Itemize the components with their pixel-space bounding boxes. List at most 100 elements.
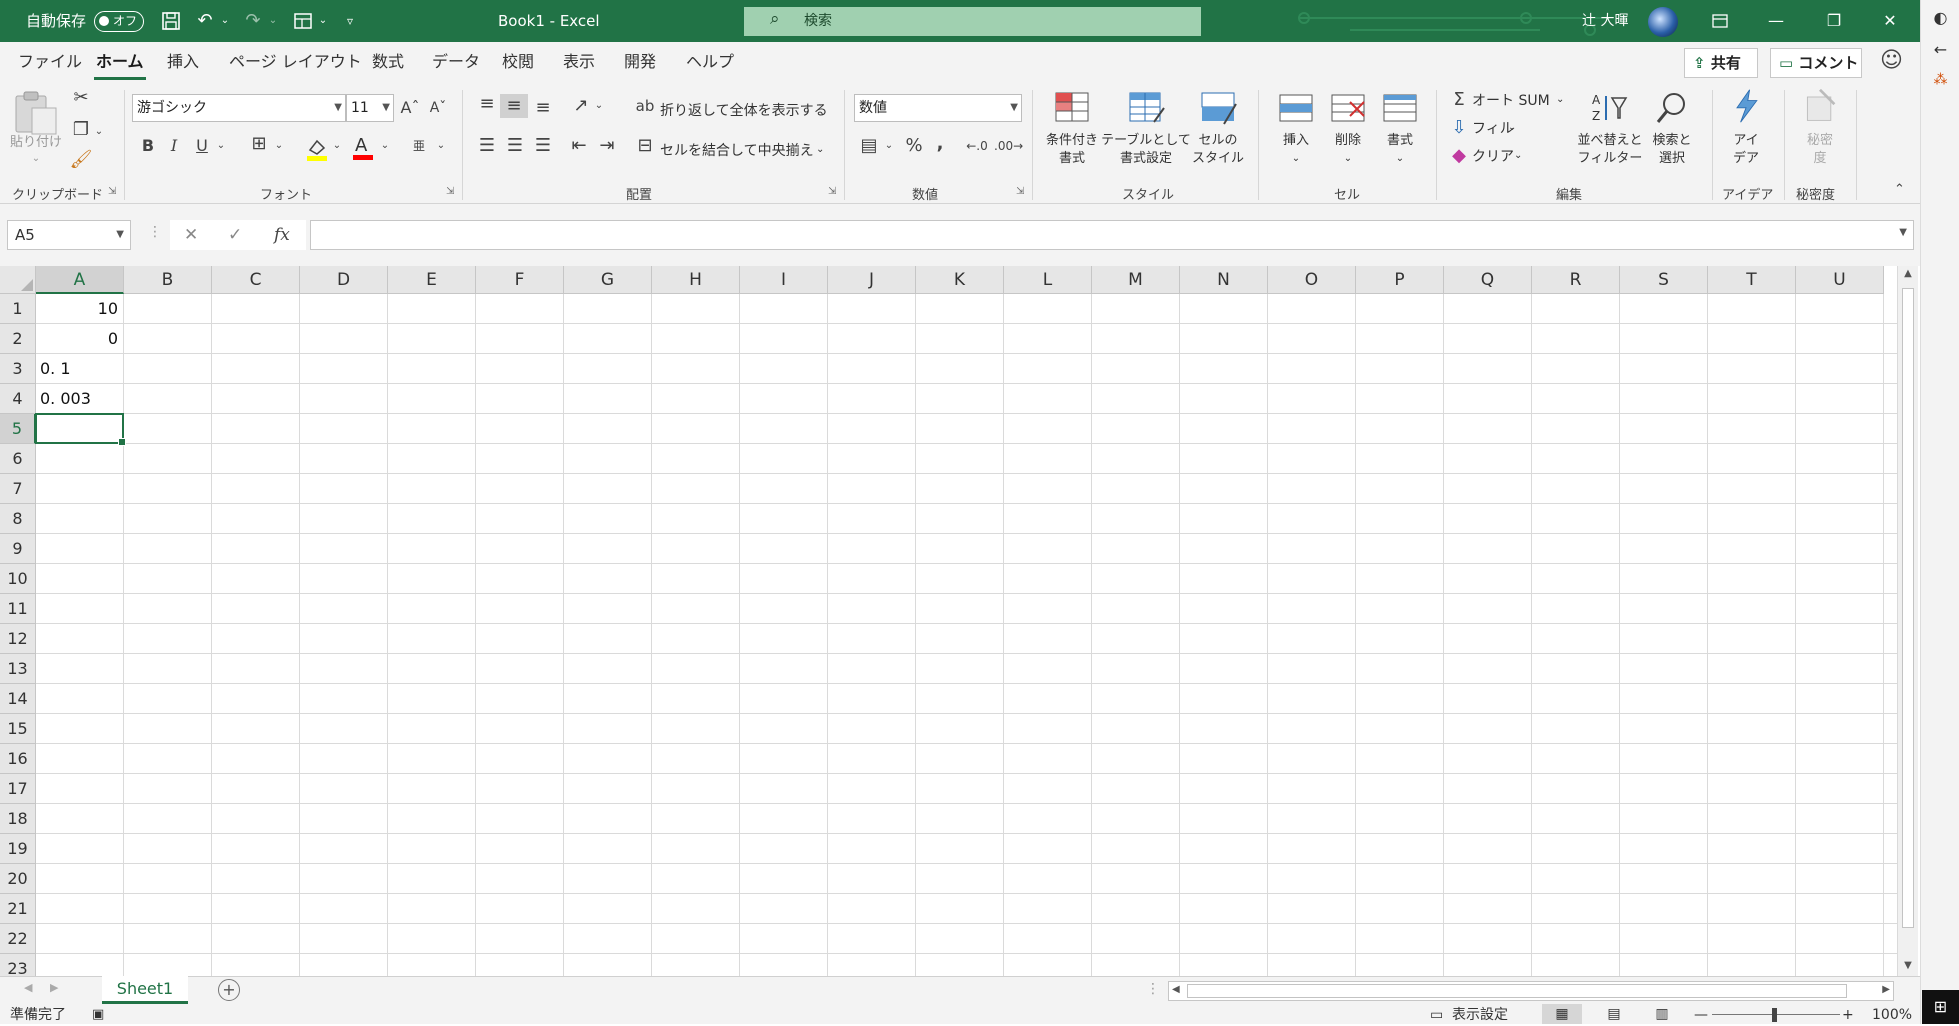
- display-settings-button[interactable]: 表示設定: [1452, 1004, 1508, 1026]
- align-right-icon[interactable]: ☰: [530, 134, 556, 158]
- tab-file[interactable]: ファイル: [18, 42, 82, 82]
- redo-icon[interactable]: ↷: [240, 0, 266, 42]
- macro-record-icon[interactable]: ▣: [92, 1004, 104, 1026]
- autosum-button[interactable]: オート SUM: [1472, 92, 1550, 110]
- format-dropdown-icon[interactable]: ⌄: [1370, 150, 1430, 167]
- ribbon-display-options-icon[interactable]: [1692, 0, 1748, 42]
- font-color-icon[interactable]: A: [350, 134, 376, 162]
- minimize-icon[interactable]: —: [1748, 0, 1804, 42]
- sort-filter-icon[interactable]: A Z: [1590, 90, 1630, 126]
- fill-icon[interactable]: ⇩: [1448, 116, 1470, 140]
- prev-sheet-icon[interactable]: ◀: [24, 981, 32, 994]
- vertical-scroll-thumb[interactable]: [1902, 288, 1914, 928]
- alignment-launcher-icon[interactable]: ⇲: [828, 186, 836, 197]
- zoom-slider-thumb[interactable]: [1772, 1008, 1777, 1022]
- fill-dropdown-icon[interactable]: ⌄: [1508, 119, 1516, 137]
- phonetic-icon[interactable]: 亜: [408, 134, 430, 158]
- autosum-dropdown-icon[interactable]: ⌄: [1556, 91, 1564, 109]
- sensitivity-label-2[interactable]: 度: [1790, 150, 1850, 167]
- sort-filter-label-1[interactable]: 並べ替えと: [1572, 132, 1648, 149]
- enter-icon[interactable]: ✓: [228, 220, 242, 250]
- close-icon[interactable]: ✕: [1862, 0, 1918, 42]
- cancel-icon[interactable]: ✕: [184, 220, 198, 250]
- undo-icon[interactable]: ↶: [192, 0, 218, 42]
- zoom-level[interactable]: 100%: [1872, 1004, 1912, 1026]
- user-avatar[interactable]: [1648, 7, 1678, 37]
- page-layout-view-icon[interactable]: ▤: [1594, 1004, 1634, 1024]
- tab-data[interactable]: データ: [432, 42, 480, 82]
- accounting-format-icon[interactable]: ▤: [856, 134, 882, 158]
- format-painter-icon[interactable]: 🖌: [68, 148, 94, 172]
- save-icon[interactable]: [158, 0, 184, 42]
- paste-icon[interactable]: [12, 90, 60, 136]
- conditional-formatting-label-1[interactable]: 条件付き: [1040, 132, 1104, 149]
- copy-dropdown-icon[interactable]: ⌄: [92, 120, 106, 144]
- form-icon[interactable]: [290, 0, 316, 42]
- apps-icon[interactable]: ⁂: [1921, 72, 1959, 88]
- search-box[interactable]: ⌕ 検索: [744, 7, 1201, 36]
- normal-view-icon[interactable]: ▦: [1542, 1004, 1582, 1024]
- splitter-dots-icon[interactable]: ⋮: [1146, 981, 1160, 997]
- conditional-formatting-label-2[interactable]: 書式: [1040, 150, 1104, 167]
- merge-center-button[interactable]: セルを結合して中央揃え: [660, 142, 814, 160]
- zoom-out-icon[interactable]: —: [1694, 1004, 1708, 1026]
- next-sheet-icon[interactable]: ▶: [50, 981, 58, 994]
- delete-cells-icon[interactable]: [1328, 90, 1368, 126]
- align-top-icon[interactable]: ≡: [474, 92, 500, 116]
- sensitivity-label-1[interactable]: 秘密: [1790, 132, 1850, 149]
- cell-styles-label-1[interactable]: セルの: [1186, 132, 1250, 149]
- vertical-scrollbar[interactable]: ▲ ▼: [1897, 266, 1918, 976]
- feedback-smiley-icon[interactable]: ☺: [1880, 48, 1903, 73]
- delete-cells-label[interactable]: 削除: [1318, 132, 1378, 149]
- clear-icon[interactable]: ◆: [1448, 144, 1470, 168]
- font-color-dropdown-icon[interactable]: ⌄: [378, 134, 392, 158]
- scroll-down-icon[interactable]: ▼: [1898, 960, 1918, 971]
- sheet-tab[interactable]: Sheet1: [102, 976, 188, 1004]
- display-settings-icon[interactable]: ▭: [1430, 1004, 1443, 1026]
- formula-input[interactable]: ▼: [310, 220, 1914, 250]
- insert-function-button[interactable]: fx: [274, 220, 290, 250]
- clear-dropdown-icon[interactable]: ⌄: [1514, 147, 1522, 165]
- orientation-dropdown-icon[interactable]: ⌄: [592, 94, 606, 118]
- fill-color-dropdown-icon[interactable]: ⌄: [330, 134, 344, 158]
- tab-view[interactable]: 表示: [563, 42, 595, 82]
- horizontal-scroll-thumb[interactable]: [1187, 984, 1847, 998]
- back-arrow-icon[interactable]: ←: [1921, 40, 1959, 59]
- cell-a3[interactable]: 0. 1: [40, 354, 118, 384]
- undo-dropdown-icon[interactable]: ⌄: [218, 0, 232, 42]
- align-left-icon[interactable]: ☰: [474, 134, 500, 158]
- customize-qat-icon[interactable]: ▿: [340, 0, 360, 42]
- tab-help[interactable]: ヘルプ: [686, 42, 734, 82]
- borders-dropdown-icon[interactable]: ⌄: [272, 134, 286, 158]
- font-size-select[interactable]: 11 ▼: [346, 94, 394, 122]
- windows-start-icon[interactable]: ⊞: [1922, 990, 1959, 1024]
- find-select-label-1[interactable]: 検索と: [1640, 132, 1704, 149]
- scroll-up-icon[interactable]: ▲: [1898, 268, 1918, 279]
- font-name-select[interactable]: 游ゴシック ▼: [132, 94, 346, 122]
- cell-a1[interactable]: 10: [40, 294, 118, 324]
- cell-styles-icon[interactable]: [1198, 90, 1238, 126]
- fill-color-icon[interactable]: [304, 136, 330, 162]
- increase-indent-icon[interactable]: ⇥: [594, 134, 620, 158]
- cell-a4[interactable]: 0. 003: [40, 384, 118, 414]
- phonetic-dropdown-icon[interactable]: ⌄: [434, 134, 448, 158]
- redo-dropdown-icon[interactable]: ⌄: [266, 0, 280, 42]
- wrap-text-button[interactable]: 折り返して全体を表示する: [660, 102, 828, 120]
- accounting-dropdown-icon[interactable]: ⌄: [882, 134, 896, 158]
- conditional-formatting-icon[interactable]: [1052, 90, 1092, 126]
- merge-center-icon[interactable]: ⊟: [634, 134, 656, 158]
- tab-home[interactable]: ホーム: [94, 42, 146, 82]
- format-cells-icon[interactable]: [1380, 90, 1420, 126]
- underline-dropdown-icon[interactable]: ⌄: [214, 134, 228, 158]
- comma-style-button[interactable]: ,: [930, 132, 950, 156]
- delete-dropdown-icon[interactable]: ⌄: [1318, 150, 1378, 167]
- format-as-table-label-2[interactable]: 書式設定: [1100, 150, 1192, 167]
- tab-developer[interactable]: 開発: [624, 42, 656, 82]
- number-launcher-icon[interactable]: ⇲: [1016, 186, 1024, 197]
- add-sheet-icon[interactable]: +: [218, 979, 240, 1001]
- decrease-decimal-icon[interactable]: .00→: [994, 134, 1023, 158]
- underline-button[interactable]: U: [192, 134, 212, 158]
- align-middle-icon[interactable]: ≡: [500, 94, 528, 118]
- align-bottom-icon[interactable]: ≡: [530, 96, 556, 120]
- insert-cells-label[interactable]: 挿入: [1266, 132, 1326, 149]
